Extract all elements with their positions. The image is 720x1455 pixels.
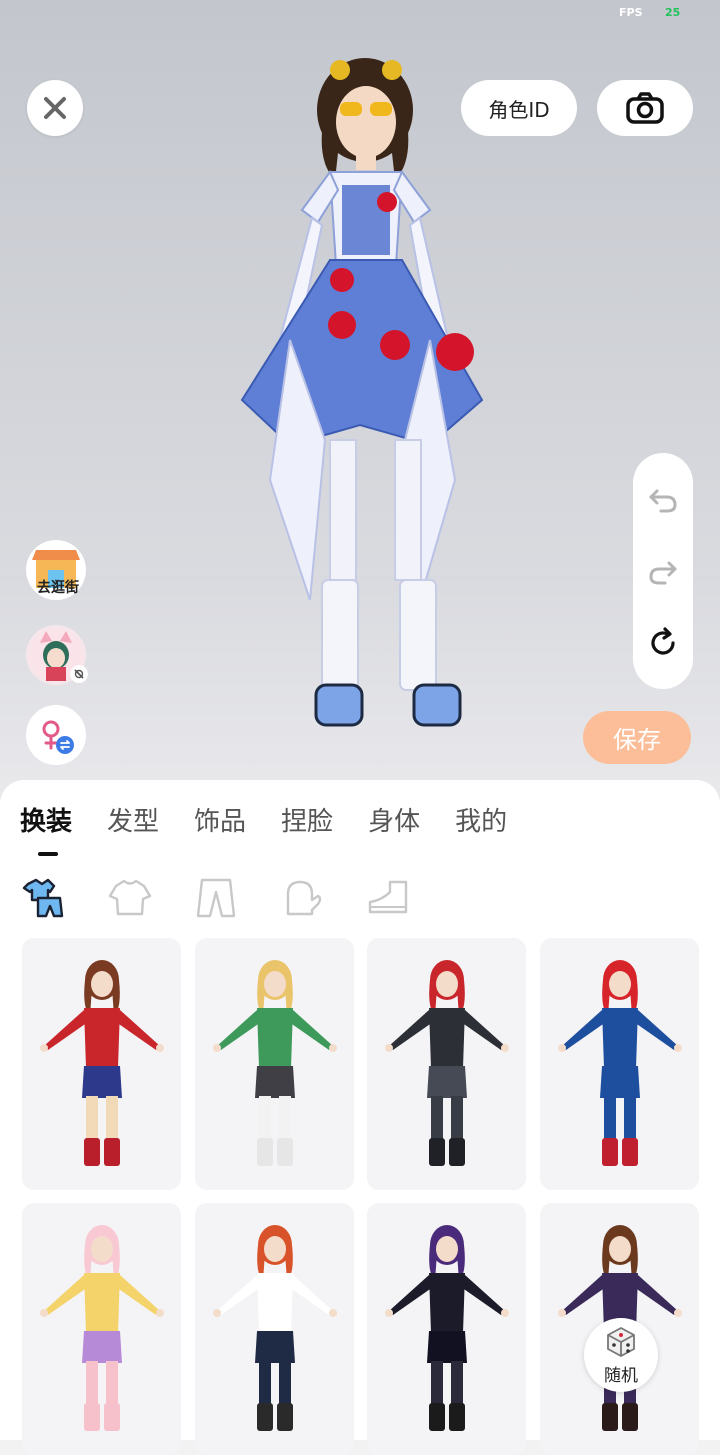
dice-icon (607, 1326, 635, 1357)
tab-face[interactable]: 捏脸 (281, 804, 333, 840)
hide-badge (70, 665, 88, 683)
outfit-figure (212, 960, 337, 1166)
subcat-gloves[interactable] (280, 876, 324, 920)
fps-label: FPS (619, 6, 643, 19)
camera-button[interactable] (597, 80, 693, 136)
go-shopping-label: 去逛街 (37, 580, 79, 596)
outfit-set-icon (22, 878, 64, 918)
tab-hairstyle[interactable]: 发型 (107, 804, 159, 840)
subcat-top[interactable] (108, 876, 152, 920)
tab-mine[interactable]: 我的 (455, 804, 507, 840)
tab-body[interactable]: 身体 (368, 804, 420, 840)
subcat-shoes[interactable] (366, 876, 410, 920)
outfit-card-heroine-red-blue[interactable] (22, 938, 181, 1190)
redo-icon (649, 561, 677, 585)
close-icon (44, 97, 66, 119)
outfit-figure (385, 960, 510, 1166)
camera-icon (626, 92, 664, 124)
outfit-card-casual-tee[interactable] (194, 1203, 354, 1455)
pants-icon (196, 878, 236, 918)
outfit-card-pink-cat[interactable] (22, 1203, 181, 1455)
fps-value: 25 (665, 6, 681, 19)
tab-outfit[interactable]: 换装 (20, 804, 72, 840)
category-tabs: 换装 发型 饰品 捏脸 身体 我的 (20, 804, 542, 840)
outfit-figure (40, 960, 164, 1166)
history-panel (633, 453, 693, 689)
undo-icon (649, 489, 677, 513)
subcat-pants[interactable] (194, 876, 238, 920)
save-button[interactable]: 保存 (583, 711, 691, 764)
reset-icon (651, 627, 675, 655)
random-button[interactable]: 随机 (584, 1318, 658, 1392)
outfit-figure (212, 1225, 337, 1431)
active-tab-indicator (38, 852, 58, 856)
avatar-stage[interactable]: FPS 25 角色ID 去逛街 保存 (0, 0, 720, 800)
outfit-figure (558, 960, 683, 1166)
profile-avatar-button[interactable] (26, 625, 88, 685)
random-label: 随机 (604, 1365, 638, 1386)
outfit-card-captain-suit[interactable] (540, 938, 700, 1190)
shoes-icon (368, 880, 408, 914)
outfit-card-dark-armor[interactable] (367, 938, 527, 1190)
outfit-card-green-robe[interactable] (194, 938, 354, 1190)
subcat-outfit-set[interactable] (22, 876, 66, 920)
avatar-model[interactable] (230, 40, 490, 730)
eye-off-icon (74, 669, 84, 679)
gloves-icon (286, 880, 322, 916)
tab-accessories[interactable]: 饰品 (194, 804, 246, 840)
top-icon (108, 879, 152, 916)
outfit-figure (40, 1225, 164, 1431)
redo-button[interactable] (647, 555, 679, 587)
close-button[interactable] (27, 80, 83, 136)
outfit-card-gothic-dress[interactable] (367, 1203, 527, 1455)
outfit-figure (385, 1225, 510, 1431)
reset-button[interactable] (647, 627, 679, 659)
female-swap-icon (42, 720, 74, 754)
undo-button[interactable] (647, 483, 679, 515)
gender-switch-button[interactable] (26, 705, 86, 765)
